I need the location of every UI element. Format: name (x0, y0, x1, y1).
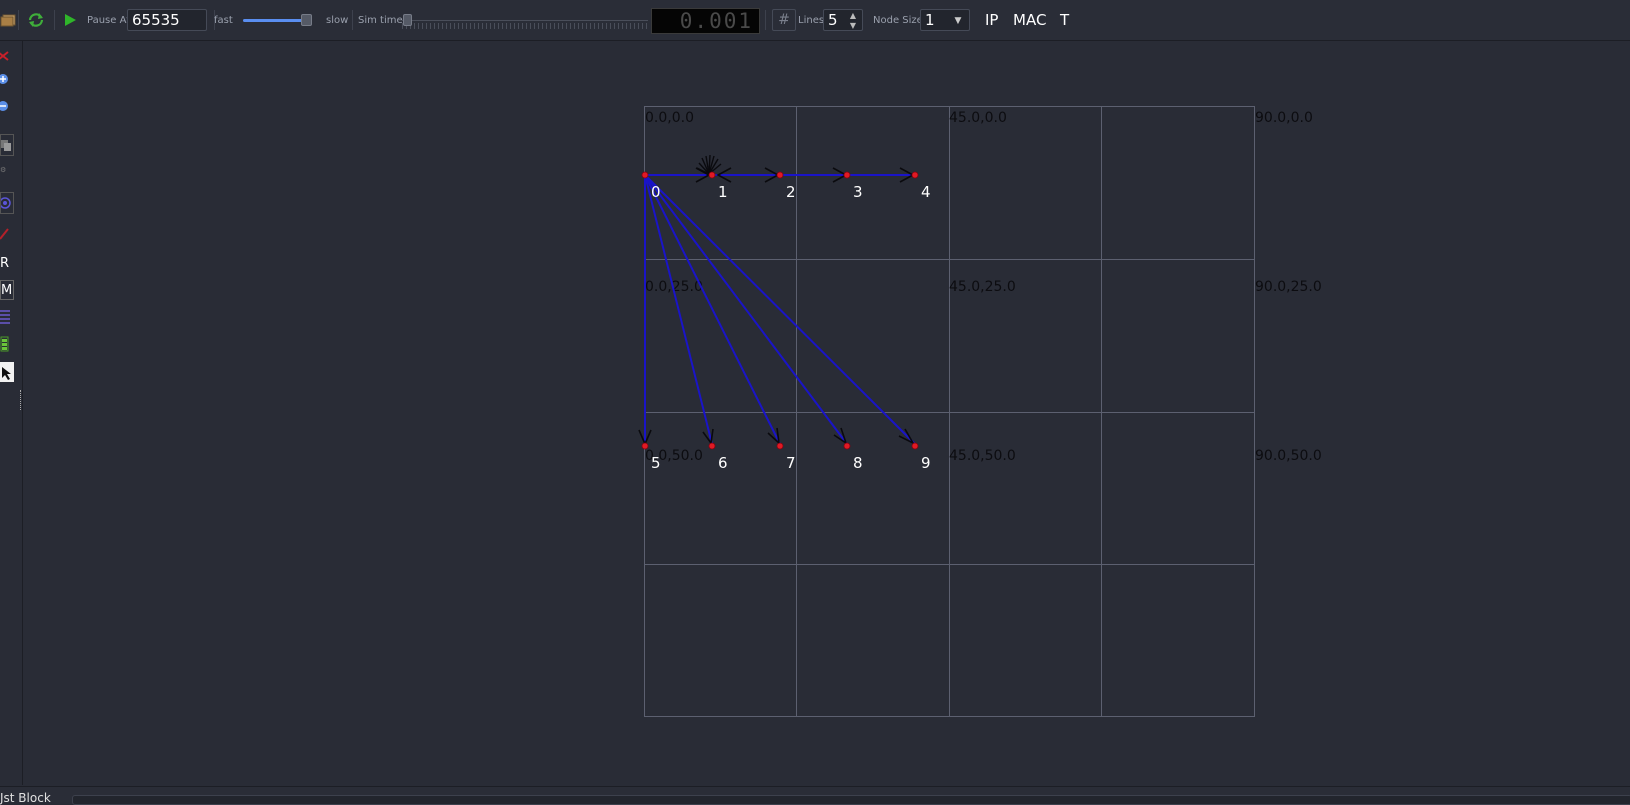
bottom-input-field[interactable] (72, 795, 1630, 805)
pause-at-label: Pause At (87, 14, 131, 26)
bottom-label: Jst Block (0, 791, 51, 805)
node-8[interactable] (843, 442, 851, 450)
separator (352, 10, 353, 30)
node-labels: 0 1 2 3 4 5 6 7 8 9 (651, 183, 931, 472)
separator (765, 10, 766, 30)
slow-label: slow (326, 14, 349, 26)
pause-at-input[interactable]: 65535 (127, 9, 207, 31)
coord-label: 90.0,0.0 (1255, 110, 1313, 126)
top-toolbar: Pause At 65535 fast slow Sim time 0.001 … (0, 0, 1630, 41)
separator (54, 10, 55, 30)
node-5[interactable] (641, 442, 649, 450)
node-id-label: 8 (853, 454, 863, 472)
node-9[interactable] (911, 442, 919, 450)
left-sidebar: ⚙ R M (0, 40, 23, 785)
battery-icon[interactable] (0, 335, 14, 353)
lines-label: Lines (798, 14, 825, 26)
coord-label: 45.0,50.0 (949, 448, 1016, 464)
zoom-in-icon[interactable] (0, 70, 14, 88)
open-file-icon[interactable] (0, 10, 18, 30)
chevron-down-icon[interactable]: ▼ (951, 11, 965, 31)
node-id-label: 2 (786, 183, 796, 201)
node-id-label: 3 (853, 183, 863, 201)
sim-time-ruler (402, 12, 648, 29)
coord-label: 0.0,0.0 (645, 110, 694, 126)
link-0-7 (644, 174, 781, 445)
node-0[interactable] (641, 171, 649, 179)
link-0-8 (644, 174, 848, 445)
link-0-9 (644, 174, 916, 445)
sim-time-slider-handle[interactable] (403, 14, 412, 26)
spin-up-icon[interactable]: ▲ (846, 10, 860, 20)
node-2[interactable] (776, 171, 784, 179)
copy-icon[interactable] (0, 134, 14, 156)
mac-toggle[interactable]: MAC (1013, 11, 1046, 29)
grid (644, 106, 1255, 717)
pencil-icon[interactable] (0, 225, 14, 243)
settings-icon[interactable]: ⚙ (0, 161, 14, 179)
node-3[interactable] (843, 171, 851, 179)
sim-time-label: Sim time (358, 14, 403, 26)
spin-down-icon[interactable]: ▼ (846, 20, 860, 30)
node-id-label: 7 (786, 454, 796, 472)
coord-label: 90.0,50.0 (1255, 448, 1322, 464)
target-icon[interactable] (0, 192, 14, 214)
links (644, 174, 916, 445)
speed-slider-track[interactable] (243, 19, 310, 22)
link-0-6 (644, 174, 713, 445)
cursor-icon[interactable] (0, 362, 14, 382)
grid-toggle-icon[interactable]: # (772, 9, 796, 31)
ip-toggle[interactable]: IP (985, 11, 998, 29)
node-1[interactable] (708, 171, 716, 179)
mac-mode-toggle[interactable]: M (0, 280, 14, 300)
topology-canvas[interactable]: 0.0,0.0 45.0,0.0 90.0,0.0 0.0,25.0 45.0,… (0, 0, 1630, 801)
speed-slider-handle[interactable] (301, 14, 312, 26)
reload-icon[interactable] (26, 10, 46, 30)
zoom-out-icon[interactable] (0, 97, 14, 115)
coord-label: 45.0,25.0 (949, 279, 1016, 295)
play-icon[interactable] (60, 10, 80, 30)
coord-label: 45.0,0.0 (949, 110, 1007, 126)
t-toggle[interactable]: T (1060, 11, 1069, 29)
separator (18, 10, 19, 30)
grid-coordinates: 0.0,0.0 45.0,0.0 90.0,0.0 0.0,25.0 45.0,… (645, 110, 1322, 464)
node-4[interactable] (911, 171, 919, 179)
node-id-label: 5 (651, 454, 661, 472)
sidebar-resize-handle[interactable] (20, 390, 23, 410)
sim-time-display: 0.001 (651, 8, 760, 34)
routing-toggle[interactable]: R (0, 254, 14, 272)
list-icon[interactable] (0, 307, 14, 325)
node-id-label: 0 (651, 183, 661, 201)
fast-label: fast (214, 14, 233, 26)
node-6[interactable] (708, 442, 716, 450)
node-id-label: 1 (718, 183, 728, 201)
node-id-label: 6 (718, 454, 728, 472)
coord-label: 90.0,25.0 (1255, 279, 1322, 295)
node-7[interactable] (776, 442, 784, 450)
remove-icon[interactable] (0, 47, 14, 65)
node-id-label: 4 (921, 183, 931, 201)
node-size-label: Node Size (873, 14, 923, 26)
node-id-label: 9 (921, 454, 931, 472)
